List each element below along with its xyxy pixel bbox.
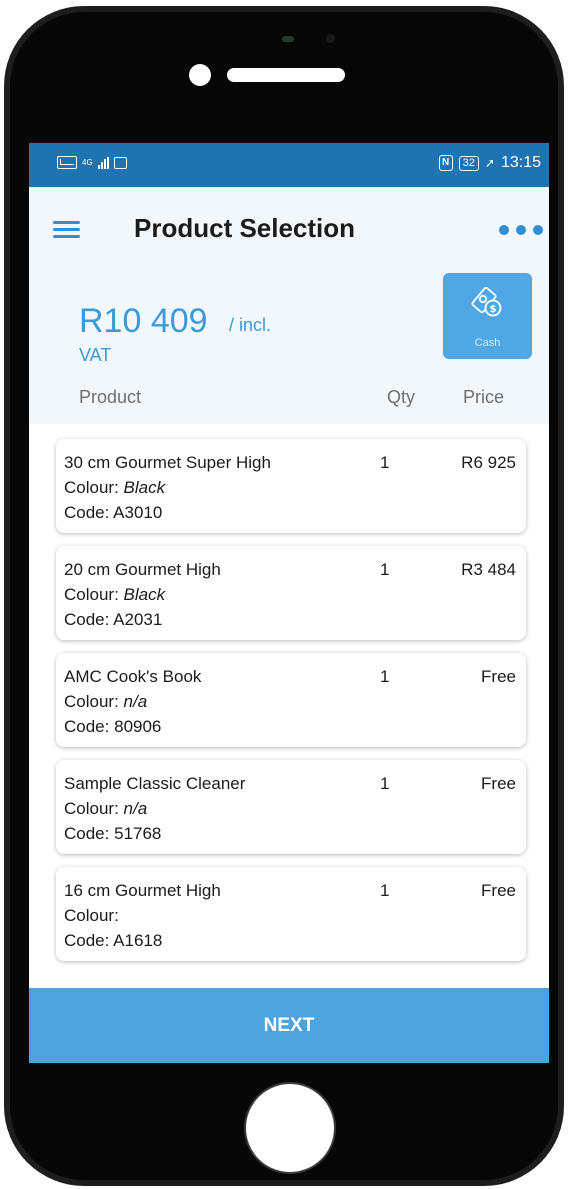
front-sensor bbox=[326, 34, 335, 43]
code-label: Code: bbox=[64, 610, 110, 629]
product-price: R3 484 bbox=[461, 560, 516, 579]
order-total-vat: VAT bbox=[79, 345, 112, 365]
product-code: Code: 80906 bbox=[64, 717, 161, 737]
product-card[interactable]: Sample Classic Cleaner Colour: n/a Code:… bbox=[56, 760, 526, 854]
more-options-icon[interactable] bbox=[499, 225, 543, 235]
product-qty: 1 bbox=[380, 560, 390, 579]
product-name: 30 cm Gourmet Super High bbox=[64, 453, 271, 472]
code-value: A3010 bbox=[113, 503, 163, 522]
product-qty: 1 bbox=[380, 667, 390, 686]
mail-notification-icon bbox=[57, 156, 77, 169]
product-qty: 1 bbox=[380, 774, 390, 793]
product-card[interactable]: 30 cm Gourmet Super High Colour: Black C… bbox=[56, 439, 526, 533]
code-label: Code: bbox=[64, 717, 110, 736]
colour-value: Black bbox=[123, 478, 166, 497]
colour-label: Colour: bbox=[64, 692, 119, 711]
product-code: Code: A1618 bbox=[64, 931, 162, 951]
column-header-product: Product bbox=[79, 387, 142, 407]
message-notification-icon bbox=[113, 156, 127, 169]
earpiece-speaker bbox=[227, 68, 345, 82]
product-code: Code: 51768 bbox=[64, 824, 161, 844]
product-colour: Colour: n/a bbox=[64, 692, 147, 712]
battery-icon: 32 bbox=[458, 155, 479, 171]
colour-label: Colour: bbox=[64, 478, 119, 497]
product-code: Code: A3010 bbox=[64, 503, 162, 523]
column-header-price: Price bbox=[463, 387, 505, 407]
nfc-icon: N bbox=[438, 155, 453, 171]
product-price: Free bbox=[481, 667, 516, 686]
product-colour: Colour: Black bbox=[64, 585, 165, 605]
signal-icon bbox=[97, 156, 109, 169]
status-time: 13:15 bbox=[500, 154, 541, 171]
order-total: R10 409 bbox=[79, 302, 208, 340]
colour-value: n/a bbox=[123, 692, 148, 711]
front-camera bbox=[189, 64, 211, 86]
cash-icon: $ bbox=[471, 286, 502, 317]
status-right: N 32 ➚ 13:15 bbox=[438, 154, 541, 172]
phone-frame: 4G N 32 ➚ 13:15 Product Selection R10 40… bbox=[0, 0, 568, 1189]
cash-payment-button[interactable]: $ Cash bbox=[443, 273, 532, 359]
app-screen: 4G N 32 ➚ 13:15 Product Selection R10 40… bbox=[29, 143, 549, 1063]
code-label: Code: bbox=[64, 503, 110, 522]
order-summary: R10 409 / incl. VAT $ Cash Product Qty P… bbox=[29, 267, 549, 424]
next-button[interactable]: NEXT bbox=[29, 988, 549, 1063]
code-label: Code: bbox=[64, 824, 110, 843]
hamburger-menu-icon[interactable] bbox=[53, 221, 80, 239]
product-card[interactable]: AMC Cook's Book Colour: n/a Code: 80906 … bbox=[56, 653, 526, 747]
product-price: Free bbox=[481, 881, 516, 900]
network-type: 4G bbox=[82, 157, 93, 167]
product-colour: Colour: Black bbox=[64, 478, 165, 498]
colour-label: Colour: bbox=[64, 906, 119, 925]
product-name: 20 cm Gourmet High bbox=[64, 560, 221, 579]
product-qty: 1 bbox=[380, 881, 390, 900]
product-name: AMC Cook's Book bbox=[64, 667, 202, 686]
colour-label: Colour: bbox=[64, 799, 119, 818]
product-card[interactable]: 16 cm Gourmet High Colour: Code: A1618 1… bbox=[56, 867, 526, 961]
product-card[interactable]: 20 cm Gourmet High Colour: Black Code: A… bbox=[56, 546, 526, 640]
code-value: 51768 bbox=[114, 824, 162, 843]
colour-label: Colour: bbox=[64, 585, 119, 604]
product-name: Sample Classic Cleaner bbox=[64, 774, 246, 793]
cash-button-label: Cash bbox=[474, 337, 501, 349]
colour-value: Black bbox=[123, 585, 166, 604]
code-value: A2031 bbox=[113, 610, 163, 629]
proximity-sensor bbox=[282, 36, 294, 42]
product-price: R6 925 bbox=[461, 453, 516, 472]
svg-text:$: $ bbox=[490, 304, 497, 315]
column-header-qty: Qty bbox=[387, 387, 416, 407]
power-saving-icon: ➚ bbox=[484, 156, 495, 170]
status-left: 4G bbox=[57, 156, 127, 169]
code-value: 80906 bbox=[114, 717, 162, 736]
home-button[interactable] bbox=[244, 1082, 336, 1174]
app-bar: Product Selection bbox=[29, 187, 549, 267]
order-total-suffix: / incl. bbox=[229, 315, 272, 335]
code-value: A1618 bbox=[113, 931, 163, 950]
product-name: 16 cm Gourmet High bbox=[64, 881, 221, 900]
product-colour: Colour: n/a bbox=[64, 799, 147, 819]
page-title: Product Selection bbox=[134, 213, 356, 243]
status-bar: 4G N 32 ➚ 13:15 bbox=[29, 143, 549, 187]
code-label: Code: bbox=[64, 931, 110, 950]
product-colour: Colour: bbox=[64, 906, 119, 926]
colour-value: n/a bbox=[123, 799, 148, 818]
product-qty: 1 bbox=[380, 453, 390, 472]
product-price: Free bbox=[481, 774, 516, 793]
product-code: Code: A2031 bbox=[64, 610, 162, 630]
